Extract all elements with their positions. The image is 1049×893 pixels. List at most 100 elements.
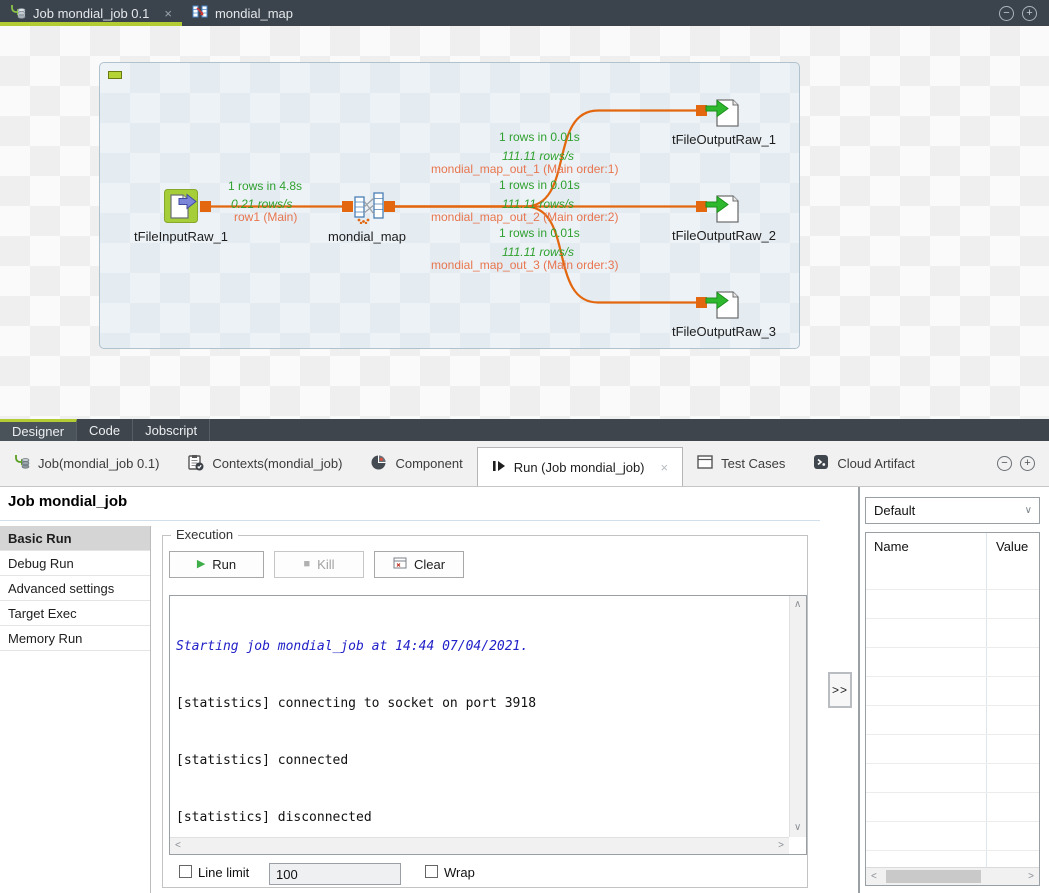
clear-button[interactable]: Clear	[374, 551, 464, 578]
component-label[interactable]: mondial_map	[317, 229, 417, 244]
close-icon[interactable]: ×	[661, 460, 669, 475]
console-output: Starting job mondial_job at 14:44 07/04/…	[170, 596, 789, 837]
flow-rate: 111.11 rows/s	[502, 245, 574, 259]
tab-code[interactable]: Code	[77, 419, 133, 441]
name-column-header[interactable]: Name	[874, 539, 909, 554]
console-vscrollbar[interactable]: ∧ ∨	[789, 596, 806, 837]
editor-tab-job-label: Job mondial_job 0.1	[33, 6, 149, 21]
component-label[interactable]: tFileOutputRaw_2	[654, 228, 794, 243]
execution-console[interactable]: Starting job mondial_job at 14:44 07/04/…	[169, 595, 807, 855]
flow-name[interactable]: mondial_map_out_2 (Main order:2)	[431, 210, 618, 224]
tab-cloud-artifact[interactable]: Cloud Artifact	[799, 441, 928, 486]
menu-item-basic-run[interactable]: Basic Run	[0, 526, 150, 551]
minimize-icon[interactable]: −	[999, 6, 1014, 21]
component-label[interactable]: tFileInputRaw_1	[120, 229, 242, 244]
scroll-right-icon[interactable]: >	[778, 841, 784, 851]
flow-rate: 0.21 rows/s	[231, 197, 292, 211]
flow-name[interactable]: mondial_map_out_3 (Main order:3)	[431, 258, 618, 272]
editor-tab-bar: Job mondial_job 0.1 × mondial_map − +	[0, 0, 1049, 26]
wrap-checkbox[interactable]	[425, 865, 438, 878]
menu-item-advanced-settings[interactable]: Advanced settings	[0, 576, 150, 601]
tab-designer[interactable]: Designer	[0, 419, 77, 441]
tab-component-label: Component	[395, 456, 462, 471]
scroll-left-icon[interactable]: <	[871, 872, 877, 882]
line-limit-input[interactable]	[269, 863, 401, 885]
flow-rate: 111.11 rows/s	[502, 197, 574, 211]
maximize-icon[interactable]: +	[1022, 6, 1037, 21]
flow-name[interactable]: row1 (Main)	[234, 210, 297, 224]
execution-group: Execution ▶ Run ■ Kill Clear	[162, 535, 808, 888]
title-underline	[0, 520, 820, 521]
line-limit-checkbox[interactable]	[179, 865, 192, 878]
clear-icon	[393, 556, 407, 573]
editor-tab-job[interactable]: Job mondial_job 0.1 ×	[0, 0, 182, 26]
page-title: Job mondial_job	[8, 493, 127, 510]
flow-stats: 1 rows in 0.01s	[499, 226, 580, 240]
tfileinputraw-icon[interactable]	[164, 189, 198, 228]
scroll-down-icon[interactable]: ∨	[794, 823, 801, 833]
run-button[interactable]: ▶ Run	[169, 551, 264, 578]
tfileoutputraw2-icon[interactable]	[705, 192, 743, 231]
tab-run[interactable]: Run (Job mondial_job) ×	[477, 447, 683, 486]
run-view: Job mondial_job Basic Run Debug Run Adva…	[0, 487, 1049, 893]
tfileoutputraw3-icon[interactable]	[705, 288, 743, 327]
flow-name[interactable]: mondial_map_out_1 (Main order:1)	[431, 162, 618, 176]
job-canvas[interactable]: tFileInputRaw_1 mondial_map	[99, 62, 800, 349]
panel-controls: − +	[997, 441, 1049, 486]
editor-window-controls: − +	[999, 0, 1049, 26]
tab-contexts-label: Contexts(mondial_job)	[212, 456, 342, 471]
line-limit-label: Line limit	[198, 865, 249, 880]
console-line: [statistics] disconnected	[176, 808, 783, 827]
flow-stats: 1 rows in 0.01s	[499, 130, 580, 144]
console-hscrollbar[interactable]: < >	[170, 837, 789, 854]
tab-component[interactable]: Component	[356, 441, 476, 486]
kill-button[interactable]: ■ Kill	[274, 551, 364, 578]
kill-button-label: Kill	[317, 557, 334, 572]
context-table-hscrollbar[interactable]: < >	[866, 867, 1039, 885]
expand-panel-button[interactable]: >>	[828, 672, 852, 708]
tab-test-cases[interactable]: Test Cases	[683, 441, 799, 486]
context-panel: Default ∨ Name Value < >	[865, 487, 1040, 893]
view-tab-bar: Designer Code Jobscript	[0, 419, 1049, 441]
test-cases-icon	[697, 455, 713, 472]
talend-studio-window: Job mondial_job 0.1 × mondial_map − +	[0, 0, 1049, 893]
tab-jobscript[interactable]: Jobscript	[133, 419, 210, 441]
context-table: Name Value < >	[865, 532, 1040, 886]
close-icon[interactable]: ×	[164, 6, 172, 21]
scroll-left-icon[interactable]: <	[175, 841, 181, 851]
tmap-icon[interactable]	[354, 190, 384, 229]
component-label[interactable]: tFileOutputRaw_3	[654, 324, 794, 339]
tab-test-cases-label: Test Cases	[721, 456, 785, 471]
component-label[interactable]: tFileOutputRaw_1	[654, 132, 794, 147]
editor-tab-map[interactable]: mondial_map	[182, 0, 303, 26]
tab-job-view-label: Job(mondial_job 0.1)	[38, 456, 159, 471]
flow-stats: 1 rows in 0.01s	[499, 178, 580, 192]
value-column-header[interactable]: Value	[996, 539, 1028, 554]
scroll-up-icon[interactable]: ∧	[794, 600, 801, 610]
menu-separator	[150, 526, 151, 893]
cloud-artifact-icon	[813, 454, 829, 473]
menu-item-debug-run[interactable]: Debug Run	[0, 551, 150, 576]
editor-tab-map-label: mondial_map	[215, 6, 293, 21]
job-icon	[10, 4, 26, 23]
component-icon	[370, 454, 387, 474]
maximize-icon[interactable]: +	[1020, 456, 1035, 471]
menu-item-target-exec[interactable]: Target Exec	[0, 601, 150, 626]
console-line: [statistics] connecting to socket on por…	[176, 694, 783, 713]
run-menu: Basic Run Debug Run Advanced settings Ta…	[0, 526, 150, 651]
scroll-right-icon[interactable]: >	[1028, 872, 1034, 882]
job-icon	[14, 454, 30, 473]
contexts-icon	[187, 454, 204, 474]
scrollbar-thumb[interactable]	[886, 870, 981, 883]
context-selector[interactable]: Default ∨	[865, 497, 1040, 524]
tab-contexts[interactable]: Contexts(mondial_job)	[173, 441, 356, 486]
console-line: [statistics] connected	[176, 751, 783, 770]
panel-sash[interactable]	[858, 487, 860, 893]
menu-item-memory-run[interactable]: Memory Run	[0, 626, 150, 651]
tfileoutputraw1-icon[interactable]	[705, 96, 743, 135]
context-table-body[interactable]	[866, 561, 1039, 867]
minimize-icon[interactable]: −	[997, 456, 1012, 471]
design-workspace[interactable]: tFileInputRaw_1 mondial_map	[0, 26, 1049, 419]
tab-job-view[interactable]: Job(mondial_job 0.1)	[0, 441, 173, 486]
execution-legend: Execution	[171, 527, 238, 542]
